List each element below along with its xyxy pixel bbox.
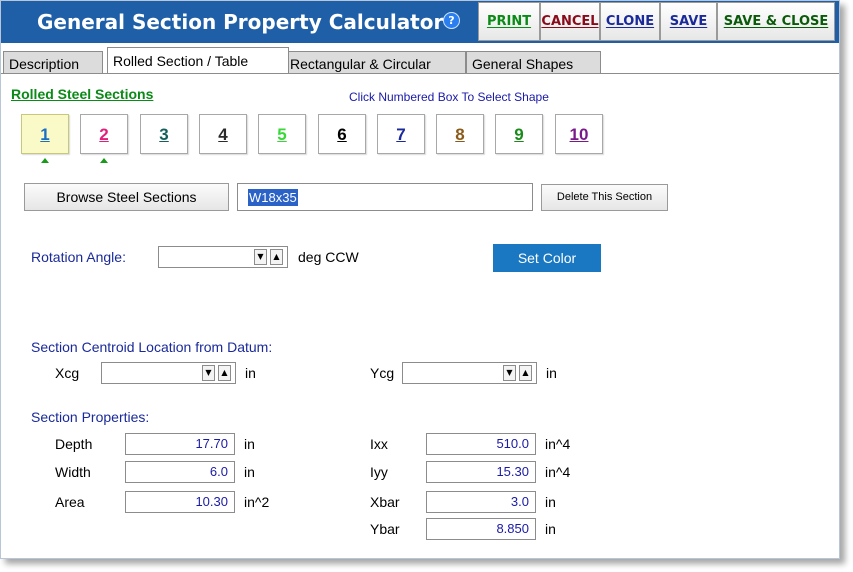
shape-box-6[interactable]: 6 — [318, 114, 366, 154]
tab-general-shapes[interactable]: General Shapes — [466, 51, 601, 73]
shape-box-10[interactable]: 10 — [555, 114, 603, 154]
spin-up-icon[interactable]: ▲ — [218, 365, 231, 381]
spin-up-icon[interactable]: ▲ — [270, 249, 283, 265]
iyy-unit: in^4 — [545, 464, 571, 480]
window-title: General Section Property Calculator — [37, 10, 444, 34]
shape-box-7[interactable]: 7 — [377, 114, 425, 154]
tab-divider — [1, 73, 839, 74]
rotation-angle-label: Rotation Angle: — [31, 249, 126, 265]
dropdown-arrow-icon[interactable]: ▼ — [503, 365, 516, 381]
ybar-unit: in — [545, 521, 556, 537]
tab-rolled-section[interactable]: Rolled Section / Table — [107, 47, 289, 74]
shape-box-2[interactable]: 2 — [80, 114, 128, 154]
set-color-button[interactable]: Set Color — [493, 244, 601, 272]
dropdown-arrow-icon[interactable]: ▼ — [254, 249, 267, 265]
xbar-field[interactable]: 3.0 — [426, 491, 536, 513]
shape-box-8[interactable]: 8 — [436, 114, 484, 154]
tab-description[interactable]: Description — [3, 51, 103, 73]
section-heading: Rolled Steel Sections — [11, 86, 154, 102]
shape-box-3[interactable]: 3 — [140, 114, 188, 154]
dropdown-arrow-icon[interactable]: ▼ — [202, 365, 215, 381]
iyy-field[interactable]: 15.30 — [426, 461, 536, 483]
ixx-label: Ixx — [370, 436, 388, 452]
delete-section-button[interactable]: Delete This Section — [541, 184, 668, 211]
section-name-value: W18x35 — [248, 189, 298, 206]
tab-rectangular-circular[interactable]: Rectangular & Circular — [284, 51, 466, 73]
print-button[interactable]: PRINT — [478, 2, 540, 41]
cancel-button[interactable]: CANCEL — [540, 2, 600, 41]
ycg-input[interactable]: ▼ ▲ — [402, 362, 537, 384]
depth-field[interactable]: 17.70 — [125, 433, 235, 455]
save-button[interactable]: SAVE — [660, 2, 717, 41]
title-bar: General Section Property Calculator ? PR… — [1, 1, 839, 43]
width-field[interactable]: 6.0 — [125, 461, 235, 483]
xcg-input[interactable]: ▼ ▲ — [101, 362, 236, 384]
shape-box-9[interactable]: 9 — [495, 114, 543, 154]
xbar-label: Xbar — [370, 494, 400, 510]
rotation-unit: deg CCW — [298, 249, 359, 265]
ixx-field[interactable]: 510.0 — [426, 433, 536, 455]
ycg-label: Ycg — [370, 365, 395, 381]
iyy-label: Iyy — [370, 464, 388, 480]
clone-button[interactable]: CLONE — [600, 2, 660, 41]
ycg-unit: in — [546, 365, 557, 381]
ixx-unit: in^4 — [545, 436, 571, 452]
xcg-unit: in — [245, 365, 256, 381]
section-name-field[interactable]: W18x35 — [237, 183, 533, 211]
xcg-label: Xcg — [55, 365, 80, 381]
xbar-unit: in — [545, 494, 556, 510]
width-label: Width — [55, 464, 91, 480]
shape-box-4[interactable]: 4 — [199, 114, 247, 154]
help-icon[interactable]: ? — [443, 12, 460, 29]
selected-marker-icon — [41, 158, 49, 163]
spin-up-icon[interactable]: ▲ — [519, 365, 532, 381]
section-properties-heading: Section Properties: — [31, 409, 150, 425]
selected-marker-icon — [100, 158, 108, 163]
centroid-heading: Section Centroid Location from Datum: — [31, 339, 273, 355]
browse-steel-sections-button[interactable]: Browse Steel Sections — [24, 183, 229, 211]
calculator-window: General Section Property Calculator ? PR… — [0, 0, 840, 559]
save-and-close-button[interactable]: SAVE & CLOSE — [717, 2, 835, 41]
ybar-field[interactable]: 8.850 — [426, 518, 536, 540]
area-label: Area — [55, 494, 85, 510]
select-shape-hint: Click Numbered Box To Select Shape — [349, 90, 549, 104]
depth-unit: in — [244, 436, 255, 452]
area-unit: in^2 — [244, 494, 270, 510]
shape-box-1[interactable]: 1 — [21, 114, 69, 154]
rotation-angle-input[interactable]: ▼ ▲ — [158, 246, 288, 268]
width-unit: in — [244, 464, 255, 480]
tab-strip: Description General Shapes Rectangular &… — [1, 47, 839, 74]
depth-label: Depth — [55, 436, 93, 452]
area-field[interactable]: 10.30 — [125, 491, 235, 513]
shape-box-5[interactable]: 5 — [258, 114, 306, 154]
ybar-label: Ybar — [370, 521, 400, 537]
